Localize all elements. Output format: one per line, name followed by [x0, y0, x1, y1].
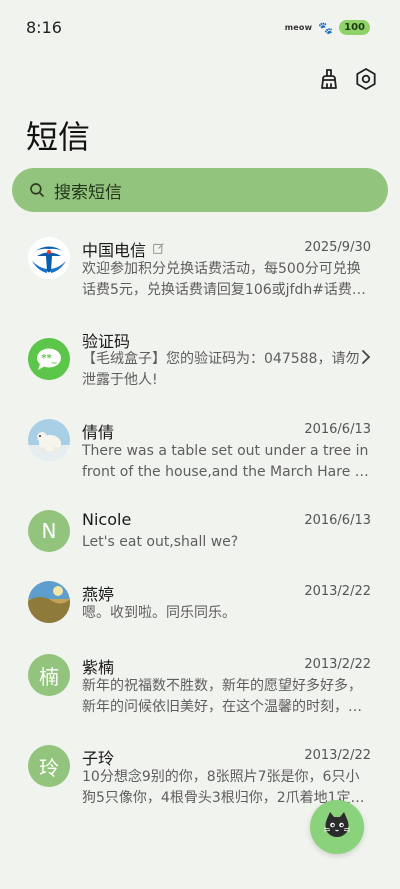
conversation-date: 2016/6/13	[304, 422, 371, 437]
conversation-date: 2013/2/22	[304, 748, 371, 763]
battery-indicator: 100	[339, 20, 370, 35]
conversation-preview: 嗯。收到啦。同乐同乐。	[82, 605, 236, 621]
conversation-name: 中国电信	[82, 241, 147, 260]
conversation-preview: 新年的祝福数不胜数，新年的愿望好多好多，新年的问候依旧美好，在这个温馨的时刻，…	[82, 678, 362, 715]
china-telecom-logo	[28, 237, 70, 279]
conversation-item[interactable]: **_ 验证码 【毛绒盒子】您的验证码为：047588，请勿泄露于他人!	[0, 326, 400, 406]
search-icon	[30, 183, 44, 197]
conversation-item[interactable]: N Nicole 2016/6/13 Let's eat out,shall w…	[0, 508, 400, 588]
cat-face-icon	[321, 809, 353, 845]
conversation-name: 子玲	[82, 749, 115, 768]
conversation-item[interactable]: 楠 紫楠 2013/2/22 新年的祝福数不胜数，新年的愿望好多好多，新年的问候…	[0, 652, 400, 732]
conversation-name: 紫楠	[82, 658, 115, 677]
search-bar[interactable]: 搜索短信	[12, 168, 388, 212]
conversation-date: 2013/2/22	[304, 657, 371, 672]
conversation-preview: There was a table set out under a tree i…	[82, 443, 369, 480]
status-time: 8:16	[26, 18, 62, 37]
edit-icon	[152, 240, 165, 259]
conversation-date: 2013/2/22	[304, 584, 371, 599]
status-bar: 8:16 meow 🐾 100	[0, 0, 400, 56]
paw-icon: 🐾	[318, 20, 334, 35]
conversation-name: 燕婷	[82, 585, 115, 604]
polar-bear-photo	[28, 419, 70, 461]
conversation-preview: Let's eat out,shall we?	[82, 534, 239, 550]
page-title: 短信	[26, 118, 91, 156]
new-message-button[interactable]	[310, 800, 364, 854]
svg-text:**_: **_	[41, 353, 56, 364]
conversation-item[interactable]: 燕婷 2013/2/22 嗯。收到啦。同乐同乐。	[0, 579, 400, 659]
broom-icon[interactable]	[315, 64, 345, 94]
landscape-photo	[28, 581, 70, 623]
conversation-date: 2016/6/13	[304, 513, 371, 528]
conversation-preview: 欢迎参加积分兑换话费活动，每500分可兑换话费5元，兑换话费请回复106或jfd…	[82, 261, 366, 298]
avatar: 玲	[28, 745, 70, 787]
search-placeholder: 搜索短信	[54, 182, 122, 203]
conversation-item[interactable]: 中国电信 2025/9/30 欢迎参加积分兑换话费活动，每500分可兑换话费5元…	[0, 235, 400, 315]
conversation-item[interactable]: 倩倩 2016/6/13 There was a table set out u…	[0, 417, 400, 497]
avatar: 楠	[28, 654, 70, 696]
avatar: N	[28, 510, 70, 552]
message-bubble-icon: **_	[28, 338, 70, 380]
carrier-label: meow	[284, 23, 313, 32]
conversation-name: Nicole	[82, 510, 132, 529]
chevron-right-icon[interactable]	[360, 349, 372, 369]
conversation-name: 倩倩	[82, 423, 115, 442]
conversation-date: 2025/9/30	[304, 240, 371, 255]
status-indicators: meow 🐾 100	[285, 20, 370, 35]
conversation-preview: 【毛绒盒子】您的验证码为：047588，请勿泄露于他人!	[82, 351, 360, 388]
settings-icon[interactable]	[351, 64, 381, 94]
